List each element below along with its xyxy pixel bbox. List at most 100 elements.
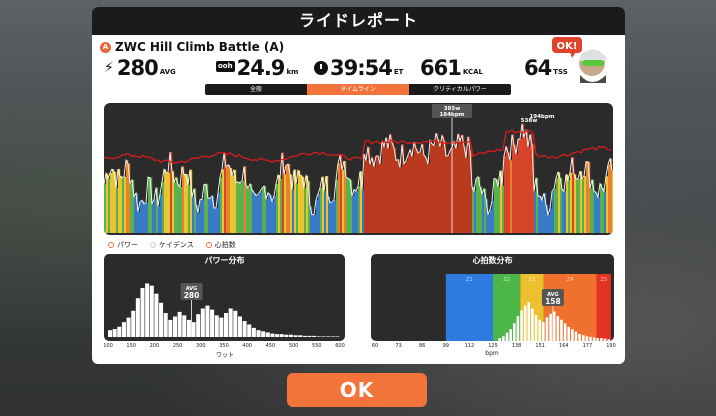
- power-dist-bar: [293, 335, 298, 337]
- power-x-label: ワット: [215, 352, 235, 359]
- power-zone-bar: [178, 184, 181, 233]
- ride-title-row: A ZWC Hill Climb Battle (A): [100, 39, 284, 55]
- power-zone-bar: [248, 188, 251, 233]
- power-dist-bar: [149, 285, 154, 337]
- power-dist-bar: [312, 335, 317, 337]
- power-zone-bar: [384, 146, 387, 233]
- power-zone-bar: [278, 174, 281, 233]
- legend-power-dot: [108, 242, 114, 248]
- category-badge: A: [100, 41, 111, 53]
- power-zone-bar: [366, 160, 369, 233]
- power-dist-bar: [214, 315, 219, 337]
- power-dist-bar: [131, 310, 136, 337]
- power-dist-bar: [117, 326, 122, 337]
- power-zone-bar: [336, 179, 339, 233]
- power-zone-bar: [582, 178, 585, 233]
- power-zone-bar: [562, 189, 565, 233]
- power-zone-bar: [284, 174, 287, 233]
- power-zone-bar: [474, 191, 477, 233]
- power-x-tick: 100: [103, 343, 113, 349]
- power-zone-bar: [398, 159, 401, 233]
- distance-value: 24.9: [236, 56, 286, 80]
- power-zone-bar: [584, 176, 587, 233]
- hr-dist-bar: [571, 329, 574, 341]
- legend-heart-rate-dot: [205, 242, 212, 248]
- power-zone-bar: [168, 172, 171, 233]
- power-zone-bar: [258, 194, 261, 233]
- power-zone-bar: [126, 160, 129, 233]
- legend-cadence[interactable]: ケイデンス: [150, 240, 194, 250]
- power-zone-bar: [570, 172, 573, 233]
- timeline-chart[interactable]: 385w 184bpm 538w 194bpm: [104, 103, 613, 235]
- hr-x-label: bpm: [485, 350, 499, 357]
- hr-x-tick: 112: [464, 343, 475, 349]
- power-dist-bar: [224, 313, 229, 337]
- power-zone-bar: [438, 139, 441, 233]
- power-zone-bar: [576, 178, 579, 233]
- power-zone-bar: [458, 133, 461, 233]
- power-zone-bar: [390, 134, 393, 233]
- power-zone-bar: [352, 195, 355, 233]
- legend-heart-rate[interactable]: 心拍数: [205, 240, 236, 250]
- power-zone-bar: [346, 177, 349, 233]
- power-zone-bar: [250, 183, 253, 233]
- power-dist-bar: [186, 319, 191, 337]
- power-zone-bar: [142, 200, 145, 233]
- power-zone-bar: [222, 169, 225, 233]
- hr-dist-bar: [527, 302, 531, 341]
- power-zone-bar: [202, 199, 205, 233]
- hr-dist-bar: [520, 310, 523, 341]
- hr-x-tick: 190: [606, 343, 616, 349]
- power-dist-bar: [140, 287, 145, 337]
- hr-dist-bar: [596, 338, 600, 341]
- power-dist-bar: [126, 317, 131, 337]
- ok-button[interactable]: OK: [287, 373, 427, 407]
- power-zone-bar: [504, 155, 507, 233]
- tab-critical-power[interactable]: クリティカルパワー: [409, 84, 511, 95]
- power-zone-bar: [218, 192, 221, 233]
- power-zone-bar: [580, 171, 583, 233]
- power-zone-bar: [520, 139, 523, 233]
- power-zone-bar: [262, 188, 265, 233]
- power-zone-bar: [386, 137, 389, 233]
- power-zone-bar: [330, 202, 333, 233]
- power-dist-bar: [251, 327, 256, 337]
- hr-distribution-title: 心拍数分布: [472, 256, 513, 265]
- power-zone-bar: [456, 148, 459, 233]
- power-zone-bar: [460, 141, 463, 233]
- power-dist-bar: [210, 309, 215, 337]
- power-zone-bar: [436, 133, 439, 233]
- power-zone-bar: [424, 155, 427, 233]
- page-title: ライドレポート: [92, 7, 625, 35]
- power-zone-bar: [432, 143, 435, 233]
- power-zone-bar: [314, 214, 317, 233]
- power-dist-bar: [237, 316, 242, 337]
- power-zone-bar: [600, 183, 603, 233]
- power-zone-bar: [370, 164, 373, 233]
- power-zone-bar: [516, 154, 519, 233]
- power-x-tick: 300: [196, 343, 206, 349]
- power-zone-bar: [312, 214, 315, 233]
- legend-power[interactable]: パワー: [108, 240, 138, 250]
- power-zone-bar: [558, 172, 561, 233]
- power-zone-bar: [174, 182, 177, 233]
- tab-overview[interactable]: 全般: [205, 84, 307, 95]
- hr-dist-bar: [574, 331, 578, 341]
- power-zone-bar: [498, 186, 501, 233]
- power-zone-bar: [418, 153, 421, 233]
- power-dist-bar: [316, 336, 321, 337]
- hr-dist-bar: [578, 333, 581, 341]
- stat-time: 39:54 ET: [314, 55, 403, 79]
- tab-timeline[interactable]: タイムライン: [307, 84, 409, 95]
- power-dist-bar: [242, 321, 247, 337]
- power-zone-bar: [106, 173, 109, 233]
- power-dist-bar: [307, 335, 312, 337]
- power-dist-bar: [270, 333, 275, 337]
- power-zone-bar: [492, 200, 495, 233]
- power-avg-value: 280: [184, 291, 200, 300]
- stat-power: ⚡ 280 AVG: [104, 55, 176, 79]
- power-x-tick: 450: [265, 343, 276, 349]
- power-zone-bar: [230, 167, 233, 233]
- hr-distribution-panel: Z1 Z2 Z3 Z4 Z5 AVG 158 心拍数分布: [371, 254, 614, 341]
- power-zone-bar: [354, 189, 357, 233]
